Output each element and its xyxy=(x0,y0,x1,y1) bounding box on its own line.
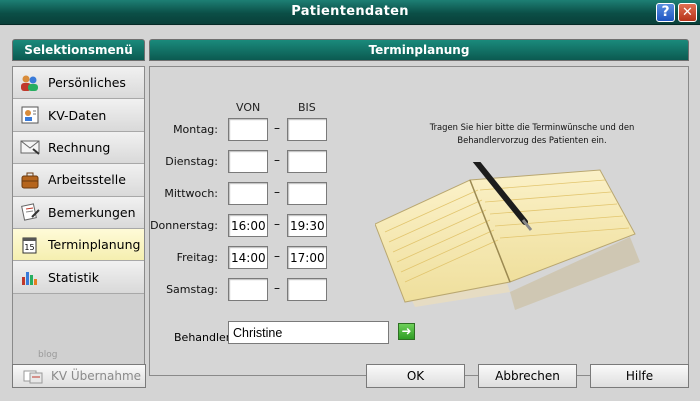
help-icon[interactable]: ? xyxy=(656,3,675,22)
ok-button[interactable]: OK xyxy=(366,364,465,388)
day-label-montag: Montag: xyxy=(173,123,218,136)
range-dash: – xyxy=(274,185,280,199)
sidebar-item-label: Statistik xyxy=(48,269,99,285)
sidebar-header: Selektionsmenü xyxy=(12,39,145,61)
samstag-von-input[interactable] xyxy=(228,278,268,301)
col-header-von: VON xyxy=(236,101,261,114)
range-dash: – xyxy=(274,249,280,263)
range-dash: – xyxy=(274,281,280,295)
main-header: Terminplanung xyxy=(149,39,689,61)
hint-line: Tragen Sie hier bitte die Terminwünsche … xyxy=(429,122,635,132)
behandler-label: Behandler: xyxy=(174,331,234,344)
cancel-button[interactable]: Abbrechen xyxy=(478,364,577,388)
hint-line: Behandlervorzug des Patienten ein. xyxy=(457,134,607,145)
day-label-samstag: Samstag: xyxy=(166,283,218,296)
day-label-freitag: Freitag: xyxy=(176,251,218,264)
sidebar-item-label: Persönliches xyxy=(48,75,126,91)
sidebar-item-bemerkungen[interactable]: Bemerkungen xyxy=(13,196,144,229)
kv-uebernahme-label: KV Übernahme xyxy=(51,369,142,383)
close-icon[interactable]: ✕ xyxy=(678,3,697,22)
card-transfer-icon xyxy=(23,369,43,384)
arrow-right-icon[interactable]: ➜ xyxy=(398,323,415,340)
sidebar-item-terminplanung[interactable]: 15 Terminplanung xyxy=(13,228,144,262)
col-header-bis: BIS xyxy=(298,101,316,114)
day-label-dienstag: Dienstag: xyxy=(165,155,218,168)
help-button[interactable]: Hilfe xyxy=(590,364,689,388)
sidebar-item-arbeitsstelle[interactable]: Arbeitsstelle xyxy=(13,164,144,197)
sidebar-item-label: Rechnung xyxy=(48,139,111,155)
behandler-input[interactable] xyxy=(228,321,389,344)
montag-bis-input[interactable] xyxy=(287,118,327,141)
sidebar-item-label: Terminplanung xyxy=(48,237,141,253)
svg-text:15: 15 xyxy=(24,243,34,252)
window-title: Patientendaten xyxy=(291,4,409,19)
freitag-bis-input[interactable] xyxy=(287,246,327,269)
planner-book-illustration xyxy=(375,162,640,310)
donnerstag-bis-input[interactable] xyxy=(287,214,327,237)
sidebar-item-statistik[interactable]: Statistik xyxy=(13,261,144,294)
briefcase-icon xyxy=(20,171,40,189)
donnerstag-von-input[interactable] xyxy=(228,214,268,237)
day-label-mittwoch: Mittwoch: xyxy=(164,187,218,200)
title-bar: Patientendaten ? ✕ xyxy=(0,0,700,25)
notes-icon xyxy=(20,203,40,221)
people-icon xyxy=(20,74,40,92)
montag-von-input[interactable] xyxy=(228,118,268,141)
range-dash: – xyxy=(274,121,280,135)
sidebar-item-kv-daten[interactable]: KV-Daten xyxy=(13,99,144,132)
watermark-text: blog xyxy=(38,350,58,360)
sidebar-item-label: Arbeitsstelle xyxy=(48,172,126,188)
sidebar-item-rechnung[interactable]: Rechnung xyxy=(13,131,144,165)
mittwoch-von-input[interactable] xyxy=(228,182,268,205)
envelope-icon xyxy=(20,138,40,156)
hint-text: Tragen Sie hier bitte die Terminwünsche … xyxy=(382,121,682,146)
kv-uebernahme-button[interactable]: KV Übernahme xyxy=(12,364,146,388)
dienstag-bis-input[interactable] xyxy=(287,150,327,173)
freitag-von-input[interactable] xyxy=(228,246,268,269)
day-label-donnerstag: Donnerstag: xyxy=(150,219,218,232)
termin-panel: VON BIS Montag: – Dienstag: – Mittwoch: … xyxy=(149,66,689,376)
sidebar-item-label: Bemerkungen xyxy=(48,204,136,220)
sidebar: Persönliches KV-Daten Rechnung Arbeitsst… xyxy=(12,66,145,376)
calendar-icon: 15 xyxy=(20,236,40,254)
mittwoch-bis-input[interactable] xyxy=(287,182,327,205)
sidebar-item-persoenliches[interactable]: Persönliches xyxy=(13,67,144,100)
samstag-bis-input[interactable] xyxy=(287,278,327,301)
window-body: Selektionsmenü Persönliches KV-Daten Rec… xyxy=(0,26,700,401)
dienstag-von-input[interactable] xyxy=(228,150,268,173)
bar-chart-icon xyxy=(20,268,40,286)
range-dash: – xyxy=(274,217,280,231)
range-dash: – xyxy=(274,153,280,167)
id-card-icon xyxy=(20,106,40,124)
sidebar-item-label: KV-Daten xyxy=(48,107,107,123)
